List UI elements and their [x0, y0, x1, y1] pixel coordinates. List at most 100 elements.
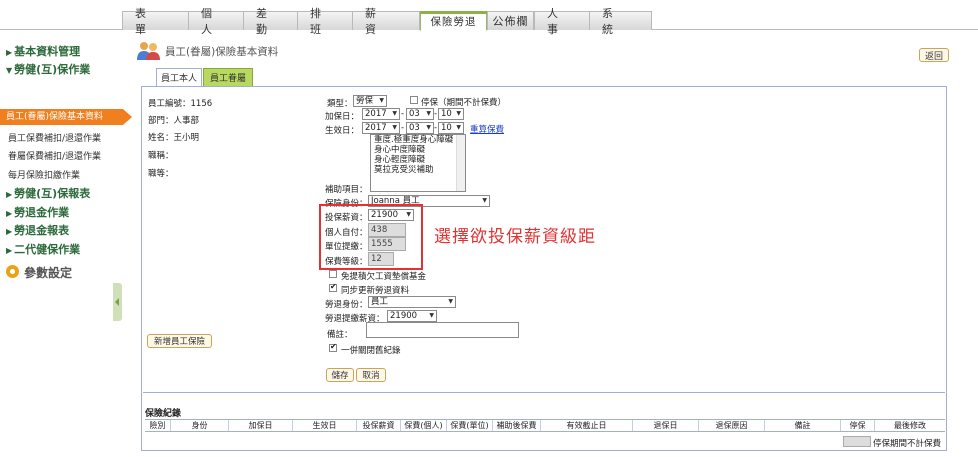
sidebar-collapse-handle[interactable] — [113, 283, 122, 321]
legend-text: 停保期間不計保費 — [873, 439, 942, 449]
column-header: 保費(個人) — [401, 420, 447, 431]
listbox-scrollbar[interactable] — [456, 135, 465, 191]
column-header: 生效日 — [293, 420, 357, 431]
sidebar-item-parameters[interactable]: 參數設定 — [24, 264, 72, 281]
column-header: 投保薪資 — [357, 420, 401, 431]
stop-insurance-label: 停保（期間不計保費） — [421, 98, 507, 108]
sidebar-item-basic-data[interactable]: ▶ 基本資料管理 — [6, 43, 80, 59]
tab-employee-family[interactable]: 員工眷屬 — [203, 68, 253, 87]
effective-month-select[interactable]: 03 — [406, 122, 434, 134]
divider — [143, 392, 945, 393]
column-header: 備註 — [765, 420, 841, 431]
sidebar-item-pension-reports[interactable]: ▶ 勞退金報表 — [6, 222, 69, 238]
triangle-right-icon: ▶ — [6, 246, 13, 255]
nav-tab-insurance[interactable]: 保險勞退 — [420, 11, 487, 31]
column-header: 停保 — [841, 420, 875, 431]
sidebar-item-family-premium-adjust[interactable]: 眷屬保費補扣/退還作業 — [8, 149, 101, 162]
triangle-right-icon: ▶ — [6, 209, 13, 218]
nav-tab-personal[interactable]: 個 人 — [188, 7, 244, 36]
note-label: 備註： — [327, 330, 353, 340]
column-header: 加保日 — [229, 420, 293, 431]
triangle-right-icon: ▶ — [6, 48, 13, 57]
sidebar-item-monthly-deduction[interactable]: 每月保險扣繳作業 — [8, 168, 80, 181]
note-textarea[interactable] — [366, 322, 519, 338]
sidebar-item-pension-ops[interactable]: ▶ 勞退金作業 — [6, 204, 69, 220]
close-old-record-label: 一併關閉舊紀錄 — [341, 346, 401, 356]
legend-swatch — [843, 436, 871, 447]
join-date-label: 加保日： — [325, 112, 360, 122]
sidebar: ▶ 基本資料管理 ▼ 勞健(互)保作業 員工(眷屬)保險基本資料 員工保費補扣/退還… — [0, 30, 132, 457]
triangle-right-icon: ▶ — [6, 190, 13, 199]
subsidy-listbox[interactable]: 重度.極重度身心障礙 身心中度障礙 身心輕度障礙 莫拉克受災補助 — [370, 134, 466, 192]
return-button[interactable]: 返回 — [919, 48, 949, 62]
subsidy-label: 補助項目： — [325, 185, 368, 195]
employee-title: 職稱： — [148, 151, 174, 161]
nav-tab-salary[interactable]: 薪 資 — [352, 7, 420, 36]
list-item[interactable]: 重度.極重度身心障礙 — [371, 135, 465, 145]
cancel-button[interactable]: 取消 — [356, 368, 386, 382]
people-icon — [137, 42, 160, 60]
pension-identity-select[interactable]: 員工 — [368, 296, 456, 308]
list-item[interactable]: 身心中度障礙 — [371, 145, 465, 155]
add-insurance-button[interactable]: 新增員工保險 — [147, 334, 212, 348]
recalculate-premium-link[interactable]: 重算保費 — [470, 123, 504, 135]
employee-grade: 職等： — [148, 169, 174, 179]
stop-insurance-checkbox[interactable] — [410, 96, 418, 104]
date-separator: - — [401, 123, 405, 133]
list-item[interactable]: 莫拉克受災補助 — [371, 165, 465, 175]
sidebar-item-insurance-ops[interactable]: ▼ 勞健(互)保作業 — [6, 61, 90, 77]
employee-name: 姓名：王小明 — [148, 133, 200, 143]
nav-tab-forms[interactable]: 表 單 — [122, 7, 189, 36]
column-header: 保費(單位) — [447, 420, 493, 431]
annotation-text: 選擇欲投保薪資級距 — [434, 227, 596, 247]
save-button[interactable]: 儲存 — [326, 368, 354, 382]
column-header: 身份 — [171, 420, 229, 431]
triangle-down-icon: ▼ — [6, 66, 13, 75]
join-year-select[interactable]: 2017 — [362, 108, 400, 120]
employee-dept: 部門：人事部 — [148, 116, 200, 126]
records-title: 保險紀錄 — [145, 409, 182, 419]
column-header: 補助後保費 — [493, 420, 541, 431]
sidebar-item-insurance-basic-data[interactable]: 員工(眷屬)保險基本資料 — [0, 109, 132, 125]
exempt-fund-checkbox[interactable] — [329, 270, 337, 278]
column-header: 退保原因 — [699, 420, 765, 431]
date-separator: - — [434, 123, 438, 133]
date-separator: - — [401, 109, 405, 119]
gear-icon — [6, 265, 19, 278]
date-separator: - — [434, 109, 438, 119]
sidebar-item-employee-premium-adjust[interactable]: 員工保費補扣/退還作業 — [8, 131, 101, 144]
nav-tab-bulletin[interactable]: 公佈欄 — [487, 11, 534, 30]
tab-employee-self[interactable]: 員工本人 — [156, 68, 202, 87]
records-table-header: 險別 身份 加保日 生效日 投保薪資 保費(個人) 保費(單位) 補助後保費 有… — [145, 419, 945, 432]
column-header: 最後修改 — [894, 421, 926, 430]
sync-pension-label: 同步更新勞退資料 — [341, 286, 410, 296]
nav-tab-schedule[interactable]: 排 班 — [297, 7, 353, 36]
nav-tab-attendance[interactable]: 差 勤 — [243, 7, 298, 36]
column-header: 險別 — [145, 420, 171, 431]
page-title: 員工(眷屬)保險基本資料 — [165, 46, 279, 58]
join-day-select[interactable]: 10 — [438, 108, 464, 120]
sidebar-item-insurance-reports[interactable]: ▶ 勞健(互)保報表 — [6, 185, 90, 201]
column-header: 有效截止日 — [541, 420, 633, 431]
sync-pension-checkbox[interactable] — [329, 282, 337, 292]
close-old-record-checkbox[interactable] — [329, 342, 337, 352]
effective-year-select[interactable]: 2017 — [362, 122, 400, 134]
pension-salary-select[interactable]: 21900 — [387, 310, 437, 322]
effective-day-select[interactable]: 10 — [438, 122, 464, 134]
effective-date-label: 生效日： — [325, 126, 360, 136]
list-item[interactable]: 身心輕度障礙 — [371, 155, 465, 165]
triangle-right-icon: ▶ — [6, 227, 13, 236]
sidebar-item-nhi2[interactable]: ▶ 二代健保作業 — [6, 241, 80, 257]
nav-tab-hr[interactable]: 人 事 — [534, 7, 590, 36]
type-select[interactable]: 勞保 — [353, 95, 387, 107]
pension-identity-label: 勞退身份： — [325, 300, 368, 310]
exempt-fund-label: 免提積欠工資墊償基金 — [341, 272, 427, 282]
nav-active-indicator — [420, 11, 487, 14]
form-panel — [141, 86, 947, 451]
nav-tab-system[interactable]: 系 統 — [589, 7, 652, 36]
employee-id: 員工編號：1156 — [148, 99, 213, 109]
join-month-select[interactable]: 03 — [406, 108, 434, 120]
highlight-box — [319, 204, 423, 270]
type-label: 類型： — [327, 99, 353, 109]
column-header: 退保日 — [633, 420, 699, 431]
